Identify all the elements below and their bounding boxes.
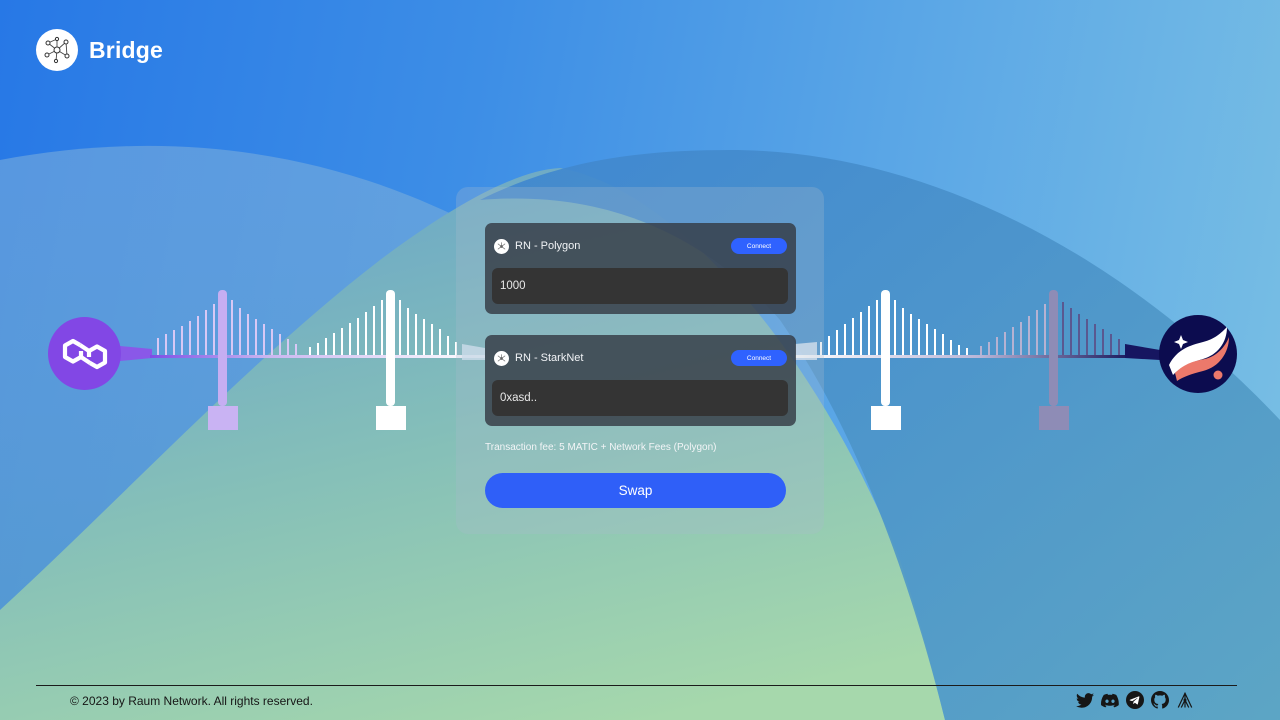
- rn-token-icon: [494, 238, 509, 254]
- network-nodes-icon: [36, 29, 78, 71]
- raum-icon[interactable]: [1176, 691, 1194, 709]
- polygon-icon: [48, 317, 121, 390]
- social-links: [1076, 691, 1194, 709]
- brand-title: Bridge: [89, 36, 164, 63]
- twitter-icon[interactable]: [1076, 691, 1094, 709]
- address-input[interactable]: [492, 380, 788, 416]
- transaction-fee-text: Transaction fee: 5 MATIC + Network Fees …: [485, 442, 717, 453]
- starknet-icon: [1159, 315, 1237, 393]
- source-chain-title: RN - Polygon: [515, 240, 581, 252]
- source-chain-card: RN - Polygon Connect: [485, 223, 796, 314]
- bridge-left-illustration: [120, 290, 485, 430]
- discord-icon[interactable]: [1101, 691, 1119, 709]
- destination-chain-card: RN - StarkNet Connect: [485, 335, 796, 426]
- github-icon[interactable]: [1151, 691, 1169, 709]
- swap-panel: RN - Polygon Connect RN - StarkNet Conne…: [456, 187, 824, 534]
- rn-token-icon: [494, 350, 509, 366]
- swap-button[interactable]: Swap: [485, 473, 786, 508]
- telegram-icon[interactable]: [1126, 691, 1144, 709]
- source-connect-button[interactable]: Connect: [731, 238, 787, 254]
- destination-connect-button[interactable]: Connect: [731, 350, 787, 366]
- bridge-right-illustration: [795, 290, 1160, 430]
- footer-divider: [36, 685, 1237, 686]
- copyright-text: © 2023 by Raum Network. All rights reser…: [70, 694, 313, 708]
- app-logo[interactable]: Bridge: [36, 29, 163, 71]
- amount-input[interactable]: [492, 268, 788, 304]
- destination-chain-title: RN - StarkNet: [515, 352, 584, 364]
